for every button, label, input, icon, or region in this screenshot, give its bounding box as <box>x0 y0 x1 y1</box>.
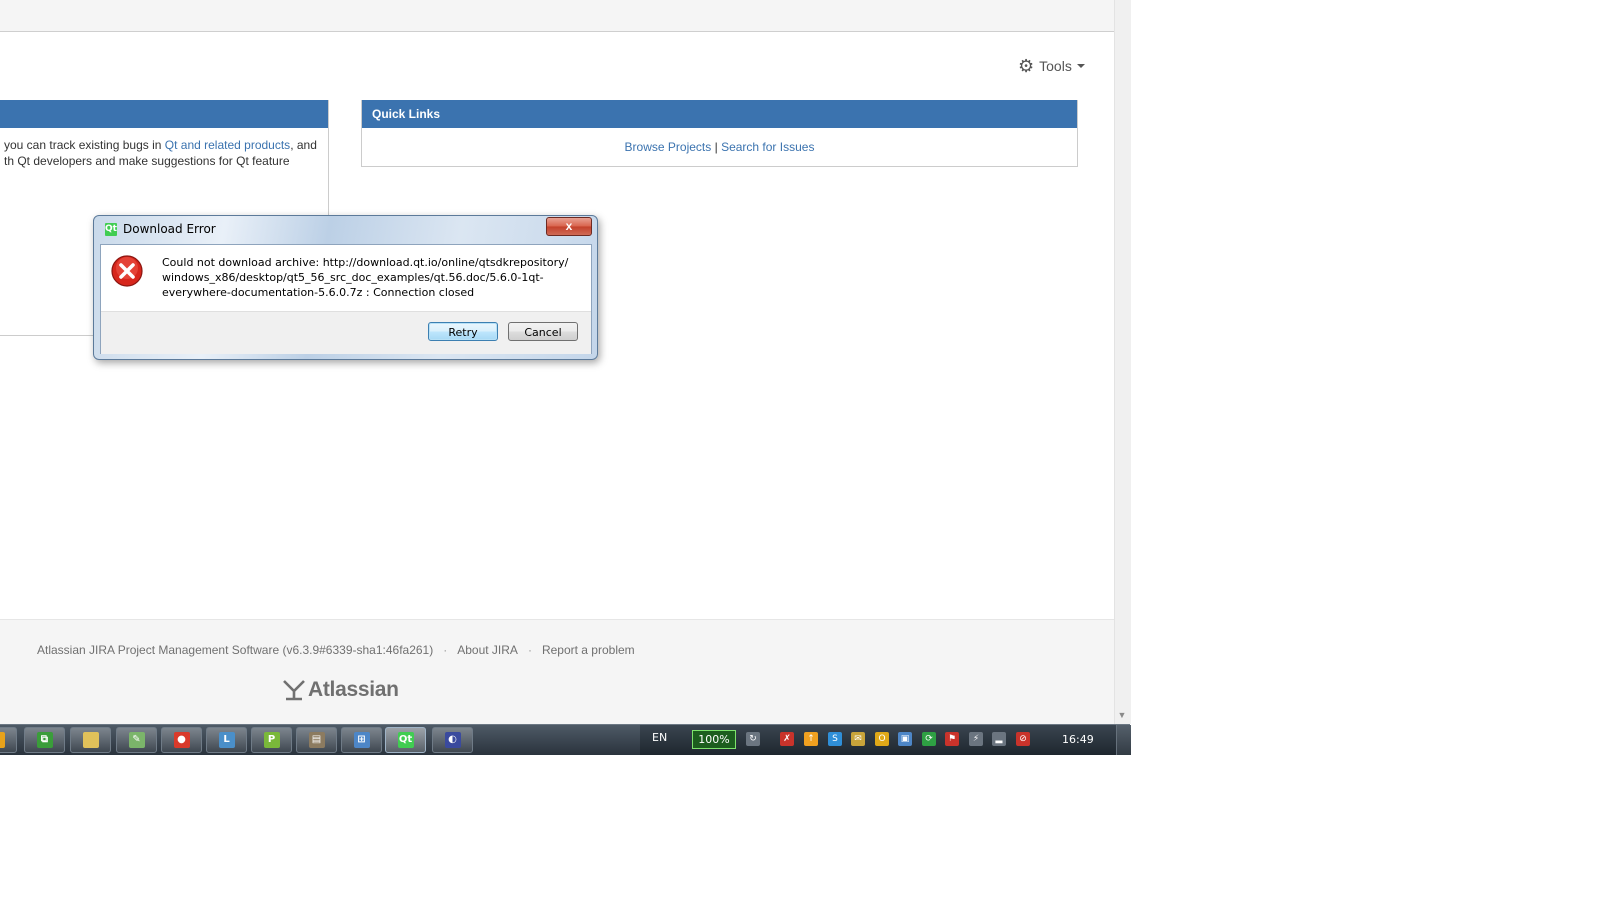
dialog-message-area: Could not download archive: http://downl… <box>101 245 591 311</box>
intro-panel-body: you can track existing bugs in Qt and re… <box>0 128 328 169</box>
dialog-button-bar: Retry Cancel <box>101 311 591 354</box>
retry-button[interactable]: Retry <box>428 322 498 341</box>
taskbar-button[interactable]: L <box>206 727 247 753</box>
switch-windows-icon: ⧉ <box>36 732 53 748</box>
language-indicator[interactable]: EN <box>652 731 667 744</box>
taskbar-button[interactable]: ◐ <box>432 727 473 753</box>
media-app-icon: ◐ <box>444 732 461 748</box>
footer-dot: · <box>527 643 532 657</box>
taskbar-button[interactable]: ▤ <box>296 727 337 753</box>
close-button[interactable]: x <box>546 217 592 236</box>
explorer-icon <box>82 732 99 748</box>
taskbar-button[interactable]: Qt <box>385 727 426 753</box>
report-problem-link[interactable]: Report a problem <box>542 643 635 657</box>
taskbar-button[interactable]: ✎ <box>116 727 157 753</box>
app-icon <box>0 732 5 748</box>
show-desktop-button[interactable] <box>1116 725 1131 755</box>
qt-products-link[interactable]: Qt and related products <box>165 138 290 152</box>
mail-icon[interactable]: ✉ <box>851 732 865 746</box>
dialog-title: Download Error <box>123 222 216 236</box>
footer: Atlassian JIRA Project Management Softwa… <box>0 619 1114 724</box>
dialog-title-bar: Qt Download Error <box>105 222 216 236</box>
search-issues-link[interactable]: Search for Issues <box>721 140 814 154</box>
taskbar-button[interactable]: ⊞ <box>341 727 382 753</box>
error-message-line: windows_x86/desktop/qt5_56_src_doc_examp… <box>162 271 544 284</box>
atlassian-logo-text: Atlassian <box>308 678 399 701</box>
taskbar-button[interactable]: ⧉ <box>24 727 65 753</box>
taskbar-button[interactable]: ● <box>161 727 202 753</box>
error-icon <box>111 255 143 287</box>
window-app-icon: ▤ <box>308 732 325 748</box>
signal-icon[interactable]: ▂ <box>992 732 1006 746</box>
intro-text-end: , and <box>290 138 317 152</box>
browse-projects-link[interactable]: Browse Projects <box>625 140 712 154</box>
skype-icon[interactable]: S <box>828 732 842 746</box>
scroll-down-arrow-icon[interactable]: ▼ <box>1116 709 1128 721</box>
quick-links-panel: Quick Links Browse Projects | Search for… <box>361 100 1078 167</box>
qt-app-icon: Qt <box>397 732 414 748</box>
dialog-body: Could not download archive: http://downl… <box>100 244 592 354</box>
flag-alert-icon[interactable]: ✗ <box>780 732 794 746</box>
action-center-flag-icon[interactable]: ⚑ <box>945 732 959 746</box>
p-app-icon: P <box>263 732 280 748</box>
version-text: Atlassian JIRA Project Management Softwa… <box>37 643 434 657</box>
outlook-icon[interactable]: O <box>875 732 889 746</box>
battery-indicator[interactable]: 100% <box>692 730 736 749</box>
update-icon[interactable]: ↑ <box>804 732 818 746</box>
taskbar-button[interactable] <box>70 727 111 753</box>
atlassian-logo-icon <box>283 680 305 701</box>
network-app-icon: ⊞ <box>353 732 370 748</box>
notepad-icon: ✎ <box>128 732 145 748</box>
browser-icon: ● <box>173 732 190 748</box>
chevron-down-icon <box>1076 64 1085 68</box>
l-app-icon: L <box>218 732 235 748</box>
cancel-button[interactable]: Cancel <box>508 322 578 341</box>
intro-panel-header <box>0 100 328 128</box>
tools-label: Tools <box>1039 58 1072 74</box>
gear-icon: ⚙ <box>1018 56 1035 76</box>
refresh-green-icon[interactable]: ⟳ <box>922 732 936 746</box>
intro-text: you can track existing bugs in <box>4 138 165 152</box>
taskbar-button[interactable]: P <box>251 727 292 753</box>
error-message: Could not download archive: http://downl… <box>162 255 582 300</box>
footer-links: Atlassian JIRA Project Management Softwa… <box>37 643 635 657</box>
footer-dot: · <box>443 643 448 657</box>
taskbar-button[interactable] <box>0 727 17 753</box>
sync-icon[interactable]: ↻ <box>746 732 760 746</box>
intro-text-line2: th Qt developers and make suggestions fo… <box>4 154 290 168</box>
header-bar <box>0 0 1114 32</box>
about-jira-link[interactable]: About JIRA <box>457 643 518 657</box>
vertical-scrollbar[interactable] <box>1114 0 1131 724</box>
volume-muted-icon[interactable]: ⊘ <box>1016 732 1030 746</box>
link-separator: | <box>714 140 718 154</box>
quick-links-body: Browse Projects | Search for Issues <box>362 128 1077 154</box>
atlassian-logo[interactable]: Atlassian <box>282 678 399 702</box>
taskbar: ⧉ ✎ ● L P ▤ ⊞ Qt ◐ EN 100% ↻ ✗ ↑ S ✉ O ▣ ⟳ ⚑ ⚡ ▂ ⊘ 16:49 <box>0 724 1131 755</box>
clock[interactable]: 16:49 <box>1062 733 1094 746</box>
error-message-line: Could not download archive: http://downl… <box>162 256 569 269</box>
error-message-line: everywhere-documentation-5.6.0.7z : Conn… <box>162 286 475 299</box>
quick-links-title: Quick Links <box>362 100 1077 128</box>
tools-menu[interactable]: ⚙ Tools <box>1018 56 1085 76</box>
power-icon[interactable]: ⚡ <box>969 732 983 746</box>
system-tray: EN 100% ↻ ✗ ↑ S ✉ O ▣ ⟳ ⚑ ⚡ ▂ ⊘ 16:49 <box>640 725 1131 755</box>
qt-logo-icon: Qt <box>105 222 117 236</box>
jira-page: ⚙ Tools you can track existing bugs in Q… <box>0 0 1114 724</box>
display-icon[interactable]: ▣ <box>898 732 912 746</box>
download-error-dialog: Qt Download Error x Could not download a… <box>93 215 598 360</box>
